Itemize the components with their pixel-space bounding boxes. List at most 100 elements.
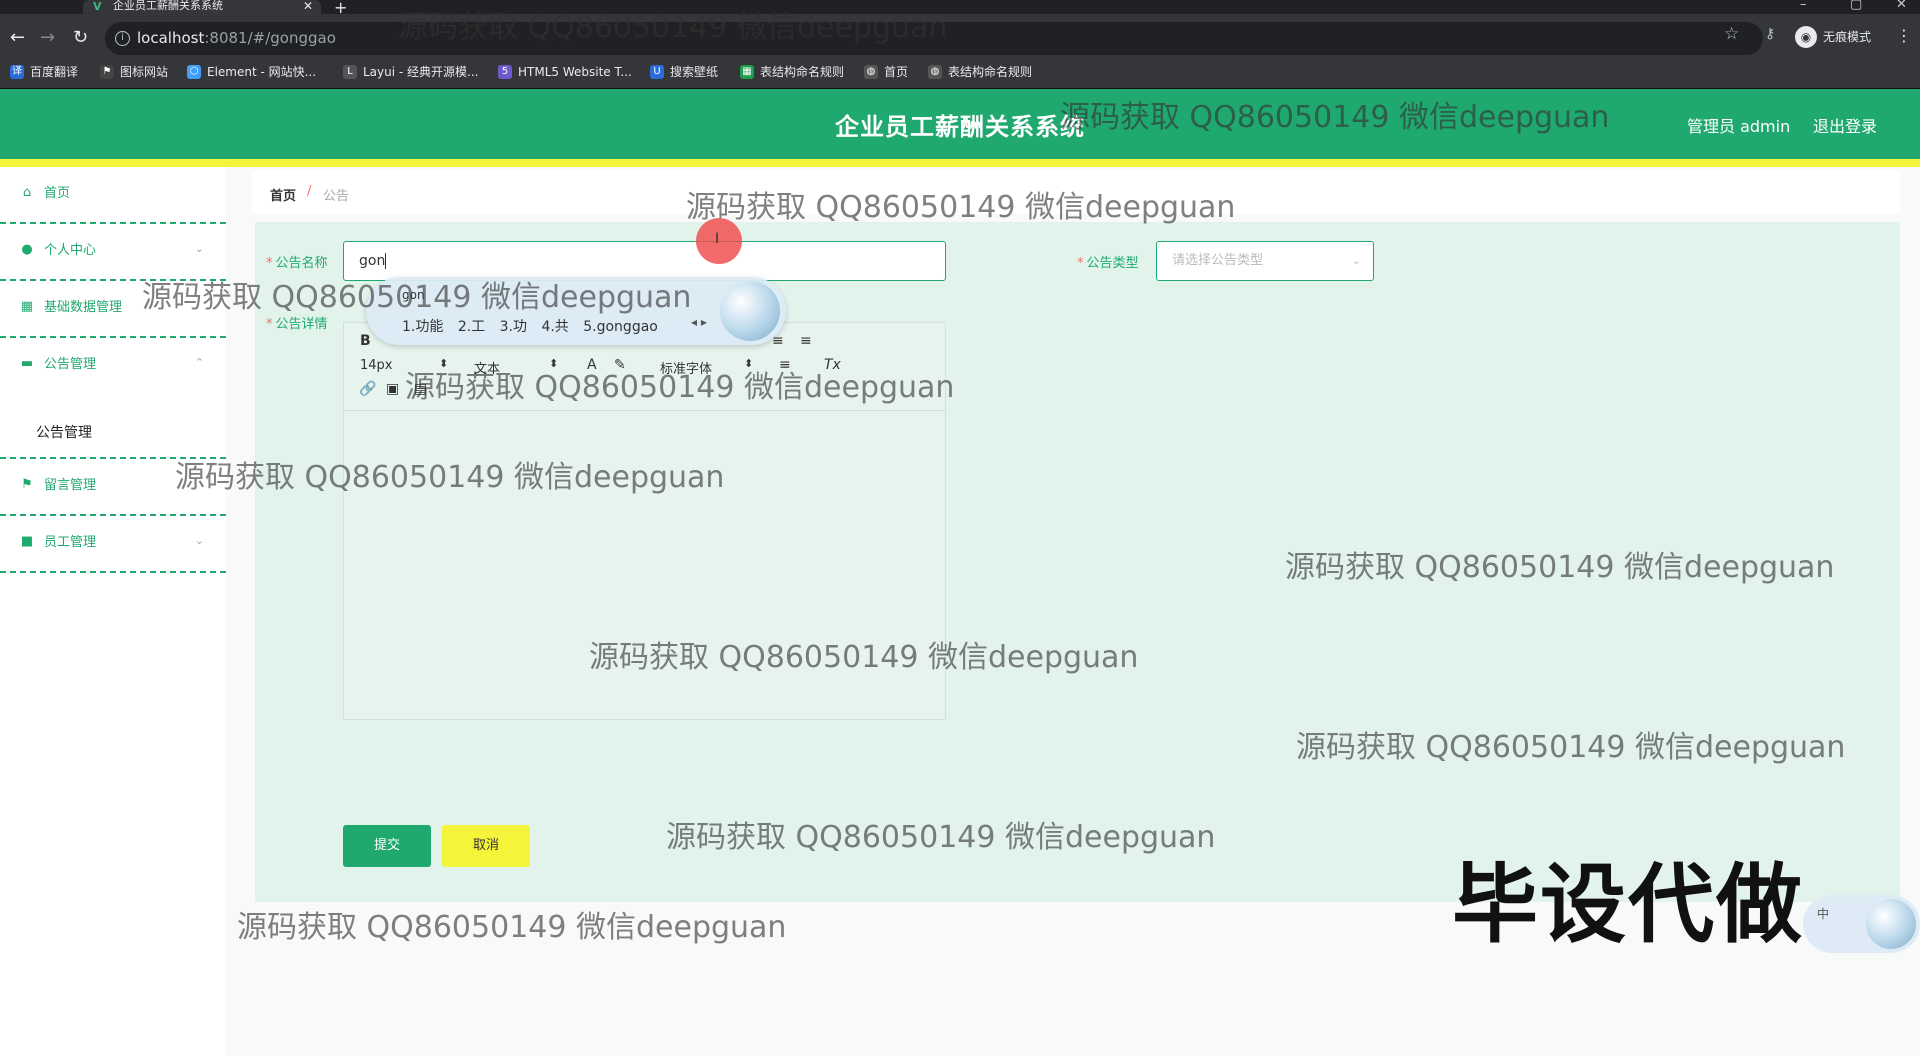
bookmark-item[interactable]: ▦ 表结构命名规则	[740, 64, 844, 80]
sidebar-item-base-data[interactable]: ▦ 基础数据管理	[0, 281, 226, 338]
logout-link[interactable]: 退出登录	[1813, 113, 1877, 137]
sidebar-subitem-notice[interactable]: 公告管理	[0, 401, 226, 459]
ime-candidate-bar[interactable]: gon 1.功能 2.工 3.功 4.共 5.gonggao ◂ ▸	[366, 277, 786, 345]
image-icon[interactable]: ▣	[386, 381, 399, 397]
forward-icon[interactable]: →	[40, 28, 55, 48]
bookmark-item[interactable]: U 搜索壁纸	[650, 64, 718, 80]
sidebar-item-home[interactable]: ⌂ 首页	[0, 167, 226, 224]
breadcrumb: 首页 / 公告	[252, 170, 1900, 214]
ime-candidates: 1.功能 2.工 3.功 4.共 5.gonggao	[402, 316, 658, 336]
ime-candidate[interactable]: 1.功能	[402, 319, 443, 335]
background-color-icon[interactable]: ✎	[614, 357, 626, 373]
overlay-big-text: 毕设代做	[1452, 855, 1804, 955]
bookmark-star-icon[interactable]: ☆	[1724, 24, 1739, 44]
browser-menu-icon[interactable]: ⋮	[1896, 26, 1912, 45]
sidebar-item-label: 基础数据管理	[44, 300, 123, 315]
notice-name-input[interactable]: gon	[343, 241, 946, 281]
header-accent-stripe	[0, 159, 1920, 167]
maximize-icon[interactable]: ▢	[1850, 0, 1862, 12]
incognito-label: 无痕模式	[1823, 30, 1872, 44]
ime-candidate[interactable]: 3.功	[500, 319, 527, 335]
bookmark-item[interactable]: L Layui - 经典开源模...	[343, 64, 478, 80]
translate-icon: 译	[10, 65, 24, 79]
bookmark-label: 表结构命名规则	[760, 65, 845, 79]
table-icon: ▦	[740, 65, 754, 79]
flag-bookmark-icon: ⚑	[100, 65, 114, 79]
briefcase-icon: ■	[20, 534, 34, 549]
notice-type-select[interactable]: 请选择公告类型 ⌄	[1156, 241, 1374, 281]
notice-type-placeholder: 请选择公告类型	[1172, 253, 1264, 268]
rich-text-editor[interactable]: B ≡ ≡ 14px ⬍ 文本 ⬍ A ✎ 标准字体 ⬍ ≡ Tx 🔗 ▣ ▤	[343, 322, 946, 720]
app-title: 企业员工薪酬关系系统	[835, 113, 1085, 141]
back-icon[interactable]: ←	[10, 28, 25, 48]
address-bar[interactable]: i localhost:8081/#/gonggao	[105, 22, 1763, 55]
globe-icon: ◍	[928, 65, 942, 79]
align-icon[interactable]: ≡	[779, 357, 791, 373]
chevron-down-icon: ⌄	[194, 534, 204, 547]
watermark: 源码获取 QQ86050149 微信deepguan	[237, 910, 787, 945]
ime-status-bar[interactable]: 中	[1803, 895, 1920, 953]
ime-mascot-icon	[720, 281, 780, 341]
breadcrumb-separator: /	[307, 184, 312, 199]
bookmark-item[interactable]: ⚑ 图标网站	[100, 64, 168, 80]
ime-page-arrows-icon[interactable]: ◂ ▸	[691, 315, 707, 329]
bookmark-label: Layui - 经典开源模...	[363, 65, 479, 79]
clear-format-icon[interactable]: Tx	[824, 357, 841, 373]
sidebar-item-employees[interactable]: ■ 员工管理 ⌄	[0, 516, 226, 573]
font-color-icon[interactable]: A	[587, 357, 597, 373]
notice-icon: ▬	[20, 356, 34, 371]
ime-candidate[interactable]: 5.gonggao	[583, 319, 658, 335]
chevron-down-icon: ⌄	[1351, 254, 1361, 267]
submit-button[interactable]: 提交	[343, 825, 431, 867]
sidebar-item-label: 留言管理	[44, 478, 97, 493]
sidebar-item-label: 首页	[44, 186, 71, 201]
close-tab-icon[interactable]: ✕	[303, 0, 313, 12]
chevron-up-icon: ⌃	[194, 356, 204, 369]
dropdown-arrow-icon: ⬍	[549, 357, 559, 370]
font-size-select[interactable]: 14px	[360, 358, 393, 373]
app-header: 企业员工薪酬关系系统 管理员 admin 退出登录	[0, 89, 1920, 167]
site-info-icon[interactable]: i	[115, 31, 130, 46]
chevron-down-icon: ⌄	[194, 242, 204, 255]
bookmark-label: 首页	[884, 65, 909, 79]
sidebar-item-profile[interactable]: ● 个人中心 ⌄	[0, 224, 226, 281]
breadcrumb-home[interactable]: 首页	[270, 185, 296, 204]
link-icon[interactable]: 🔗	[359, 381, 376, 397]
home-icon: ⌂	[22, 185, 32, 200]
bookmark-item[interactable]: 5 HTML5 Website T...	[498, 64, 632, 80]
bookmark-item[interactable]: 译百度翻译	[10, 64, 78, 80]
sidebar-item-notice[interactable]: ▬ 公告管理 ⌃	[0, 338, 226, 395]
bold-icon[interactable]: B	[360, 333, 371, 349]
layui-icon: L	[343, 65, 357, 79]
browser-tab[interactable]: V 企业员工薪酬关系系统 ✕	[83, 0, 321, 14]
vue-favicon-icon: V	[93, 0, 102, 13]
sidebar: ⌂ 首页 ● 个人中心 ⌄ ▦ 基础数据管理 ▬ 公告管理 ⌃ 公告管理 ⚑ 留…	[0, 167, 226, 1056]
bookmark-item[interactable]: ◍ 表结构命名规则	[928, 64, 1032, 80]
bookmark-label: 搜索壁纸	[670, 65, 719, 79]
notice-detail-label-text: 公告详情	[275, 317, 328, 332]
font-family-select[interactable]: 标准字体	[660, 358, 712, 377]
admin-label: 管理员 admin	[1687, 117, 1791, 136]
ime-candidate[interactable]: 2.工	[458, 319, 485, 335]
bookmark-label: 表结构命名规则	[948, 65, 1033, 79]
outdent-icon[interactable]: ≡	[800, 333, 812, 349]
mouse-cursor-highlight: I	[696, 218, 742, 264]
window-close-icon[interactable]: ✕	[1896, 0, 1907, 12]
sidebar-item-messages[interactable]: ⚑ 留言管理	[0, 459, 226, 516]
sidebar-subitem-label: 公告管理	[36, 425, 92, 441]
ime-typed-text: gon	[402, 288, 425, 302]
format-select[interactable]: 文本	[474, 358, 500, 377]
reload-icon[interactable]: ↻	[73, 28, 88, 48]
ime-candidate[interactable]: 4.共	[541, 319, 568, 335]
minimize-icon[interactable]: –	[1800, 0, 1807, 12]
cancel-button[interactable]: 取消	[442, 825, 530, 867]
bookmark-item[interactable]: ⬡ Element - 网站快...	[187, 64, 316, 80]
text-caret	[385, 253, 387, 269]
video-icon[interactable]: ▤	[414, 381, 427, 397]
incognito-badge[interactable]: ◉ 无痕模式	[1795, 24, 1871, 50]
wallpaper-icon: U	[650, 65, 664, 79]
bookmark-label: HTML5 Website T...	[518, 65, 632, 79]
incognito-icon: ◉	[1795, 26, 1817, 48]
password-key-icon[interactable]: ⚷	[1765, 26, 1775, 42]
bookmark-item[interactable]: ◍ 首页	[864, 64, 908, 80]
